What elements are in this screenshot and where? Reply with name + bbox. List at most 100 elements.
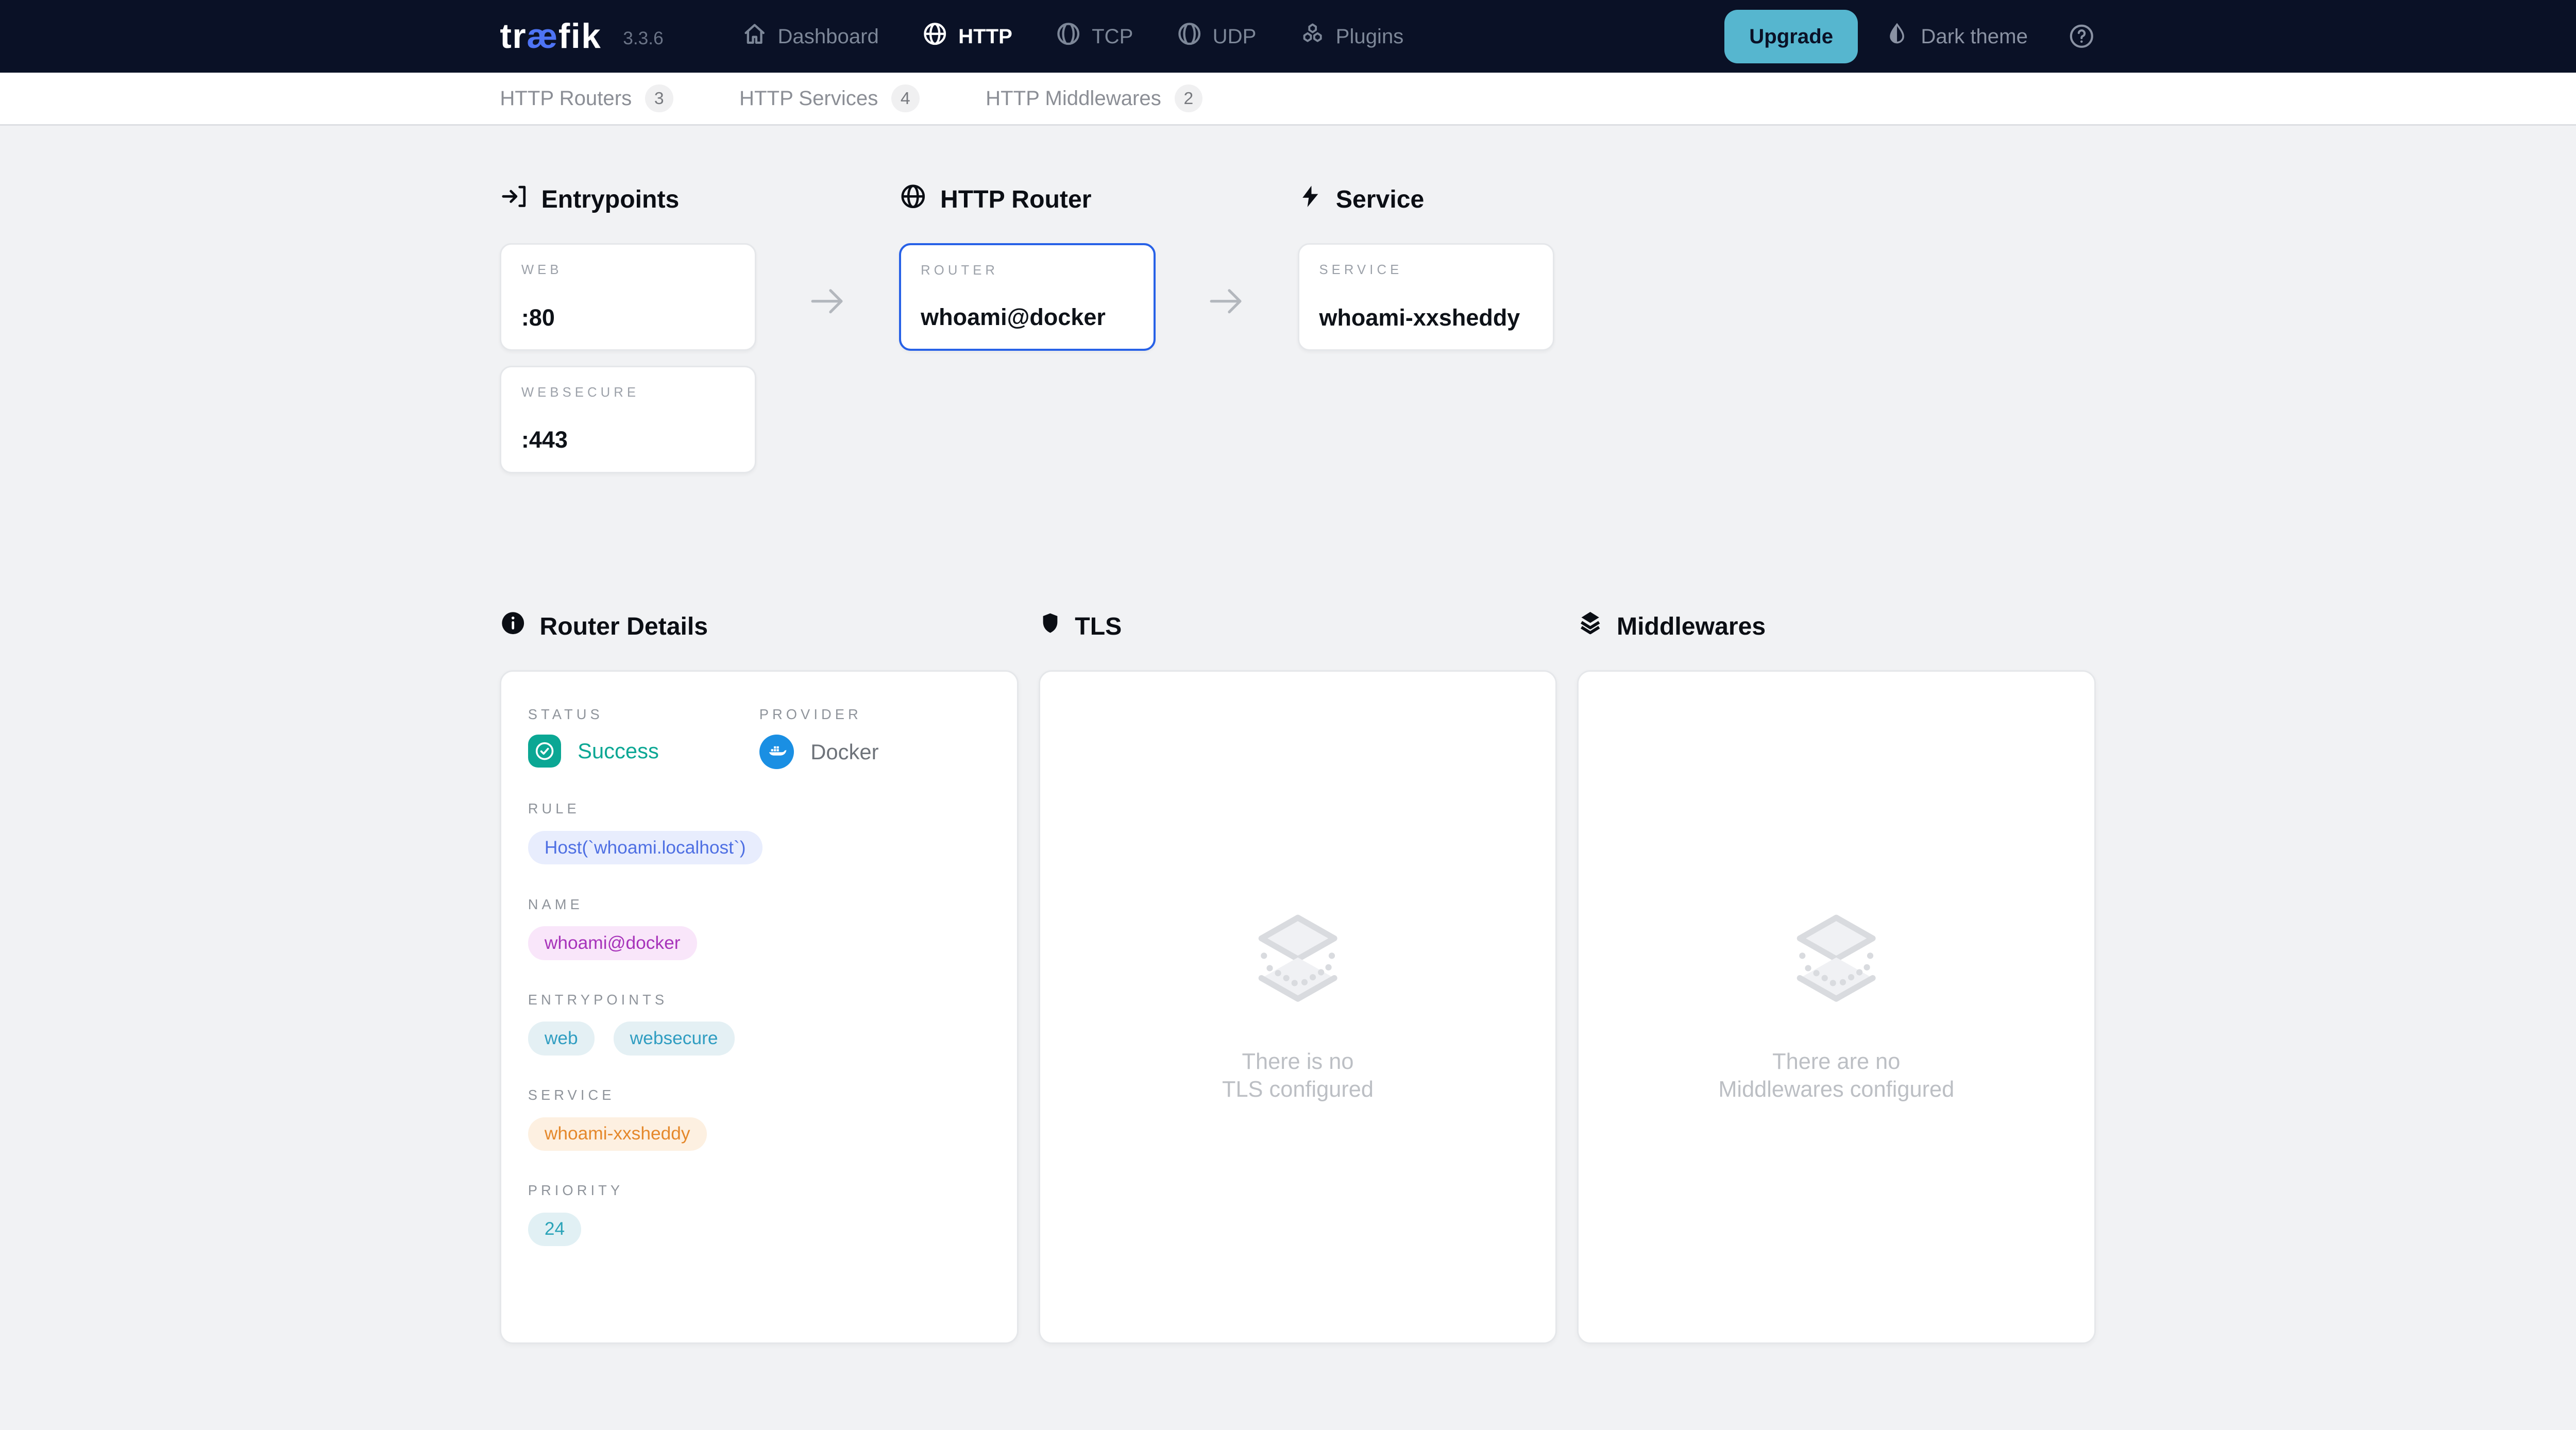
status-value: Success (578, 739, 659, 763)
middlewares-title: Middlewares (1617, 612, 1766, 641)
priority-label: PRIORITY (528, 1182, 991, 1199)
entrypoint-card-websecure[interactable]: WEBSECURE :443 (500, 366, 756, 473)
tls-column: TLS There is no (1039, 612, 1557, 1344)
rule-label: RULE (528, 801, 991, 817)
service-heading: Service (1298, 185, 1554, 214)
tls-empty-line2: TLS configured (1222, 1076, 1374, 1103)
entrypoint-card-web[interactable]: WEB :80 (500, 243, 756, 351)
entrypoint-port: :80 (521, 304, 735, 331)
tab-count-badge: 3 (645, 84, 673, 113)
routing-flow: Entrypoints WEB :80 WEBSECURE :443 (500, 185, 2095, 473)
lightning-icon (1298, 184, 1323, 215)
router-details-heading: Router Details (500, 612, 1019, 641)
details-row: Router Details STATUS Success (500, 612, 2095, 1377)
globe-icon (922, 21, 948, 52)
nav-item-tcp[interactable]: TCP (1055, 21, 1133, 52)
nav-item-dashboard[interactable]: Dashboard (741, 21, 879, 52)
service-column: Service SERVICE whoami-xxsheddy (1298, 185, 1554, 473)
tls-empty-text: There is no TLS configured (1222, 1048, 1374, 1103)
provider-label: PROVIDER (759, 706, 991, 723)
rule-chip: Host(`whoami.localhost`) (528, 831, 762, 864)
entrypoints-heading: Entrypoints (500, 185, 756, 214)
tab-label: HTTP Middlewares (986, 87, 1161, 110)
entrypoint-chip-web: web (528, 1022, 595, 1055)
nav-item-label: HTTP (958, 25, 1012, 48)
nav-item-label: TCP (1092, 25, 1133, 48)
upgrade-button[interactable]: Upgrade (1724, 10, 1858, 63)
nav-item-plugins[interactable]: Plugins (1299, 21, 1403, 52)
tls-empty-card: There is no TLS configured (1039, 670, 1557, 1344)
router-card[interactable]: ROUTER whoami@docker (899, 243, 1156, 351)
middlewares-empty-line2: Middlewares configured (1718, 1076, 1954, 1103)
tab-label: HTTP Routers (500, 87, 632, 110)
flow-arrow (756, 185, 899, 473)
priority-chip: 24 (528, 1213, 582, 1246)
entrypoint-label: WEB (521, 263, 735, 278)
docker-icon (759, 735, 794, 769)
theme-toggle-label: Dark theme (1921, 25, 2028, 48)
droplet-icon (1885, 22, 1909, 52)
service-label: SERVICE (1319, 263, 1533, 278)
plugins-icon (1299, 21, 1326, 52)
provider-field: PROVIDER Docker (759, 706, 991, 769)
entrypoints-title: Entrypoints (541, 185, 680, 214)
tls-title: TLS (1075, 612, 1122, 641)
empty-layers-icon (1250, 910, 1346, 1006)
traefik-logo[interactable]: træfik (500, 19, 601, 54)
rule-field: RULE Host(`whoami.localhost`) (528, 801, 991, 864)
info-icon (500, 610, 526, 642)
middlewares-empty-card: There are no Middlewares configured (1577, 670, 2096, 1344)
router-name: whoami@docker (921, 304, 1133, 331)
success-check-icon (528, 735, 561, 768)
tab-http-routers[interactable]: HTTP Routers 3 (500, 84, 673, 113)
http-tabbar: HTTP Routers 3 HTTP Services 4 HTTP Midd… (0, 73, 2576, 126)
middlewares-empty-line1: There are no (1718, 1048, 1954, 1076)
nav-item-label: Dashboard (777, 25, 878, 48)
entrypoints-column: Entrypoints WEB :80 WEBSECURE :443 (500, 185, 756, 473)
udp-icon (1176, 21, 1202, 52)
service-title: Service (1336, 185, 1424, 214)
router-details-card: STATUS Success PROVIDER (500, 670, 1019, 1344)
name-field: NAME whoami@docker (528, 896, 991, 960)
tab-label: HTTP Services (739, 87, 878, 110)
entrypoint-port: :443 (521, 427, 735, 453)
entrypoint-chip-websecure: websecure (614, 1022, 735, 1055)
main-nav: Dashboard HTTP TCP (741, 21, 1404, 52)
theme-toggle[interactable]: Dark theme (1885, 22, 2028, 52)
http-router-heading: HTTP Router (899, 185, 1156, 214)
help-icon[interactable] (2067, 22, 2096, 50)
empty-layers-icon (1788, 910, 1884, 1006)
main-content: Entrypoints WEB :80 WEBSECURE :443 (500, 185, 2095, 1377)
logo-text: fik (558, 17, 602, 56)
nav-item-udp[interactable]: UDP (1176, 21, 1256, 52)
tcp-icon (1055, 21, 1081, 52)
traefik-dashboard-page: træfik 3.3.6 Dashboard HTTP (0, 0, 2576, 1430)
http-router-title: HTTP Router (940, 185, 1092, 214)
router-column: HTTP Router ROUTER whoami@docker (899, 185, 1156, 473)
tls-heading: TLS (1039, 612, 1557, 641)
router-details-column: Router Details STATUS Success (500, 612, 1019, 1344)
entrypoints-label: ENTRYPOINTS (528, 992, 991, 1008)
entrypoint-label: WEBSECURE (521, 385, 735, 400)
name-chip: whoami@docker (528, 926, 697, 960)
provider-value: Docker (810, 740, 878, 764)
tab-http-middlewares[interactable]: HTTP Middlewares 2 (986, 84, 1202, 113)
right-arrow-icon (806, 280, 850, 323)
home-icon (741, 21, 768, 52)
nav-item-http[interactable]: HTTP (922, 21, 1012, 52)
entrypoints-field: ENTRYPOINTS web websecure (528, 992, 991, 1056)
middlewares-empty-text: There are no Middlewares configured (1718, 1048, 1954, 1103)
version-label: 3.3.6 (623, 28, 664, 49)
service-card[interactable]: SERVICE whoami-xxsheddy (1298, 243, 1554, 351)
middlewares-heading: Middlewares (1577, 612, 2096, 641)
tab-http-services[interactable]: HTTP Services 4 (739, 84, 920, 113)
tab-count-badge: 2 (1175, 84, 1203, 113)
layers-icon (1577, 610, 1603, 642)
flow-arrow (1156, 185, 1298, 473)
middlewares-column: Middlewares There are no (1577, 612, 2096, 1344)
globe-icon (899, 182, 927, 217)
logo-ae: æ (527, 17, 558, 56)
top-navbar: træfik 3.3.6 Dashboard HTTP (0, 0, 2576, 73)
service-field: SERVICE whoami-xxsheddy (528, 1087, 991, 1151)
tls-empty-line1: There is no (1222, 1048, 1374, 1076)
